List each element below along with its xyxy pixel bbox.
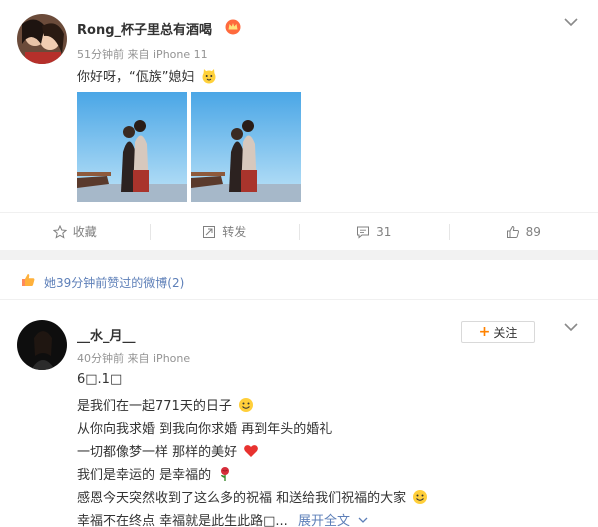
post-line-text: 幸福不在终点 幸福就是此生此路□... xyxy=(77,514,288,527)
favorite-label: 收藏 xyxy=(72,225,97,239)
post-source[interactable]: iPhone 11 xyxy=(153,48,208,61)
post-line: 从你向我求婚 到我向你求婚 再到年头的婚礼 xyxy=(77,418,332,437)
post-line-text: 我们是幸运的 是幸福的 xyxy=(77,468,212,483)
like-count: 89 xyxy=(525,224,541,239)
username[interactable]: Rong_杯子里总有酒喝 xyxy=(77,19,212,38)
post-line: 幸福不在终点 幸福就是此生此路□... 展开全文 xyxy=(77,510,368,527)
post-line: 一切都像梦一样 那样的美好 xyxy=(77,441,259,460)
post-meta: 51分钟前 来自 iPhone 11 xyxy=(77,46,208,62)
post-text-content: 你好呀，“佤族”媳妇 xyxy=(77,70,195,85)
post-line: 6□.1□ xyxy=(77,372,122,387)
repost-icon xyxy=(203,225,216,238)
cat-face-emoji-icon xyxy=(202,69,216,84)
chevron-down-icon[interactable] xyxy=(561,319,581,335)
smile-emoji-icon xyxy=(413,490,428,504)
user-avatar[interactable] xyxy=(17,320,67,370)
post-text: 你好呀，“佤族”媳妇 xyxy=(77,66,217,85)
post-meta: 40分钟前 来自 iPhone xyxy=(77,350,190,366)
rose-emoji-icon xyxy=(221,467,230,481)
smile-emoji-icon xyxy=(238,398,253,412)
liked-posts-bar[interactable]: 她39分钟前赞过的微博(2) xyxy=(0,260,598,300)
expand-full-text-link[interactable]: 展开全文 xyxy=(298,514,350,527)
post-line: 感恩今天突然收到了这么多的祝福 和送给我们祝福的大家 xyxy=(77,487,428,506)
username[interactable]: __水_月__ xyxy=(77,325,136,344)
comment-icon xyxy=(357,226,370,239)
thumbs-up-icon xyxy=(506,225,519,238)
post-time[interactable]: 51分钟前 xyxy=(77,48,124,61)
follow-label: 关注 xyxy=(493,325,518,340)
weibo-post-card: __水_月__ 40分钟前 来自 iPhone + 关注 6□.1□ 是我们在一… xyxy=(0,300,598,527)
liked-posts-link[interactable]: 她39分钟前赞过的微博(2) xyxy=(44,274,184,291)
follow-button[interactable]: + 关注 xyxy=(461,321,535,343)
heart-emoji-icon xyxy=(244,445,259,457)
user-avatar[interactable] xyxy=(17,14,67,64)
post-line-text: 感恩今天突然收到了这么多的祝福 和送给我们祝福的大家 xyxy=(77,491,407,506)
repost-button[interactable]: 转发 xyxy=(149,213,300,250)
comment-button[interactable]: 31 xyxy=(299,213,449,250)
post-line-text: 是我们在一起771天的日子 xyxy=(77,399,232,414)
chevron-down-icon[interactable] xyxy=(561,14,581,30)
star-icon xyxy=(52,224,67,239)
plus-icon: + xyxy=(478,324,491,340)
favorite-button[interactable]: 收藏 xyxy=(0,213,150,250)
post-line-text: 从你向我求婚 到我向你求婚 再到年头的婚礼 xyxy=(77,422,333,437)
post-time[interactable]: 40分钟前 xyxy=(77,352,124,365)
chevron-down-icon[interactable] xyxy=(358,516,368,524)
source-prefix: 来自 xyxy=(127,48,150,61)
post-photo[interactable] xyxy=(77,92,187,202)
thumbs-up-icon xyxy=(22,274,35,286)
post-source[interactable]: iPhone xyxy=(153,352,190,365)
repost-label: 转发 xyxy=(222,225,247,239)
post-photo[interactable] xyxy=(191,92,301,202)
post-line: 是我们在一起771天的日子 xyxy=(77,395,254,414)
post-line-text: 6□.1□ xyxy=(77,372,123,387)
source-prefix: 来自 xyxy=(127,352,150,365)
vip-crown-icon[interactable] xyxy=(225,19,241,35)
weibo-post-card: Rong_杯子里总有酒喝 51分钟前 来自 iPhone 11 你好呀，“佤族”… xyxy=(0,0,598,250)
post-line-text: 一切都像梦一样 那样的美好 xyxy=(77,445,238,460)
comment-count: 31 xyxy=(376,224,392,239)
post-line: 我们是幸运的 是幸福的 xyxy=(77,464,233,483)
like-button[interactable]: 89 xyxy=(448,213,598,250)
feed-divider xyxy=(0,250,598,260)
post-action-bar: 收藏 转发 31 89 xyxy=(0,212,598,250)
